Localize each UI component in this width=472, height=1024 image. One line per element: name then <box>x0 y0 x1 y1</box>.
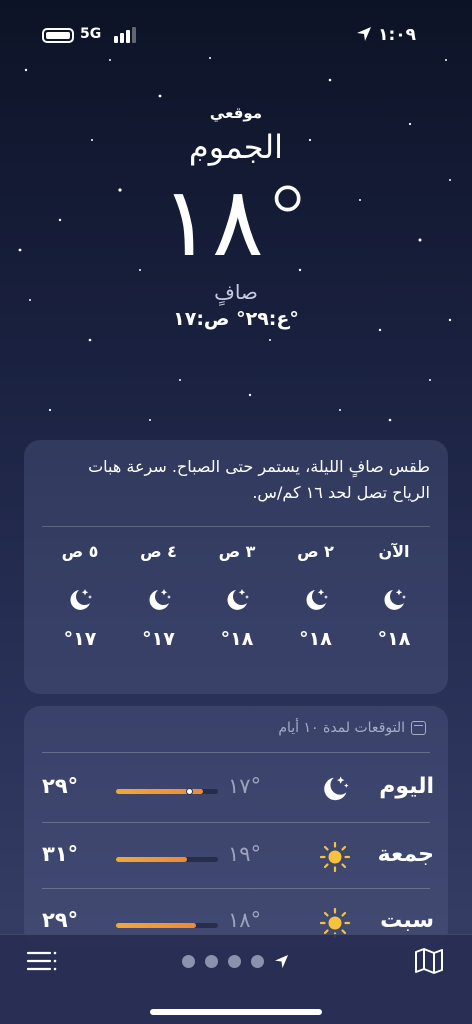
hourly-summary: طقس صافٍ الليلة، يستمر حتى الصباح. سرعة … <box>88 457 430 502</box>
moon-stars-icon <box>324 776 349 801</box>
temp-range-bar <box>116 857 218 862</box>
card-divider <box>42 526 430 527</box>
temp-range-bar <box>116 788 218 795</box>
forecast-high: ٢٩° <box>42 774 79 798</box>
hourly-forecast-card[interactable]: طقس صافٍ الليلة، يستمر حتى الصباح. سرعة … <box>24 440 448 694</box>
temp-range-fill <box>116 857 188 862</box>
status-bar: 5G ١:٠٩ <box>0 22 472 50</box>
forecast-day: اليوم <box>379 774 434 799</box>
hourly-list[interactable]: الآن ١٨° ٢ ص ١٨° ٣ ص ١٨° ٤ ص ١٧° ٥ ص ١٧° <box>52 542 422 672</box>
page-dot[interactable] <box>251 954 264 968</box>
weather-condition: صافٍ <box>214 280 258 304</box>
page-dot[interactable] <box>182 954 195 968</box>
hour-label: ٢ ص <box>297 542 334 561</box>
hour-item: ٣ ص ١٨° <box>209 542 265 672</box>
city-name: الجموم <box>188 128 284 166</box>
forecast-high: ٢٩° <box>42 908 79 932</box>
forecast-row[interactable]: اليوم ١٧° ٢٩° <box>42 756 434 822</box>
calendar-icon <box>411 721 426 735</box>
hour-item: ٥ ص ١٧° <box>52 542 108 672</box>
card-divider <box>42 752 430 753</box>
temp-range-bar <box>116 923 218 928</box>
forecast-high: ٣١° <box>42 842 79 866</box>
status-time: ١:٠٩ <box>378 25 416 45</box>
forecast-day: سبت <box>380 908 434 933</box>
page-indicator[interactable] <box>182 953 292 969</box>
moon-stars-icon <box>70 589 92 610</box>
forecast-low: ١٨° <box>228 908 262 932</box>
card-divider <box>42 822 430 823</box>
page-dot[interactable] <box>205 954 218 968</box>
bottom-toolbar <box>0 934 472 1024</box>
forecast-row[interactable]: جمعة ١٩° ٣١° <box>42 824 434 890</box>
list-icon[interactable] <box>26 949 58 973</box>
hour-item: ٤ ص ١٧° <box>131 542 187 672</box>
hour-temp: ١٧° <box>142 628 175 650</box>
forecast-low: ١٩° <box>228 842 262 866</box>
forecast-header: التوقعات لمدة ١٠ أيام <box>278 720 426 736</box>
battery-icon <box>42 28 74 43</box>
high-low: ع:٢٩° ص:١٧° <box>173 308 299 330</box>
map-icon[interactable] <box>414 947 444 975</box>
hour-item: ٢ ص ١٨° <box>288 542 344 672</box>
hour-label: ٥ ص <box>61 542 99 561</box>
forecast-day: جمعة <box>377 842 434 867</box>
temp-range-fill <box>116 923 196 928</box>
location-header: موقعي الجموم ١٨° صافٍ ع:٢٩° ص:١٧° <box>0 104 472 330</box>
current-temperature: ١٨° <box>160 166 313 278</box>
hour-temp: ١٨° <box>299 628 332 650</box>
page-dot[interactable] <box>228 954 241 968</box>
hour-temp: ١٨° <box>220 628 254 650</box>
forecast-low: ١٧° <box>228 774 262 798</box>
hour-item: الآن ١٨° <box>366 542 422 672</box>
network-type: 5G <box>80 26 102 42</box>
moon-stars-icon <box>227 589 249 610</box>
forecast-title: التوقعات لمدة ١٠ أيام <box>278 720 405 736</box>
location-arrow-icon <box>357 27 371 41</box>
moon-stars-icon <box>148 589 171 610</box>
ten-day-forecast-card[interactable]: التوقعات لمدة ١٠ أيام اليوم ١٧° ٢٩° جمعة… <box>24 706 448 946</box>
sun-icon <box>319 841 351 873</box>
card-divider <box>42 888 430 889</box>
signal-icon <box>114 27 136 43</box>
hour-label: الآن <box>378 542 410 561</box>
home-indicator <box>150 1009 322 1015</box>
location-arrow-icon[interactable] <box>274 954 289 969</box>
hour-temp: ١٧° <box>63 628 97 650</box>
hour-label: ٤ ص <box>140 542 177 561</box>
hour-label: ٣ ص <box>218 542 256 561</box>
moon-stars-icon <box>305 589 328 610</box>
moon-stars-icon <box>384 589 406 610</box>
my-location-label: موقعي <box>209 104 263 122</box>
hour-temp: ١٨° <box>377 628 411 650</box>
